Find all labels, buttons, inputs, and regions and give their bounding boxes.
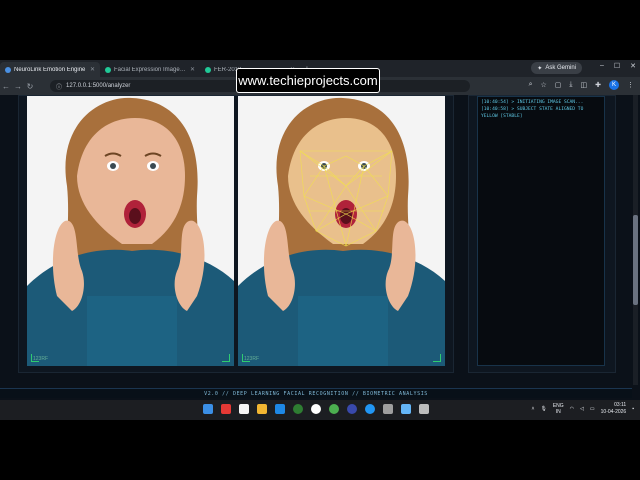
page-footer: V2.0 // DEEP LEARNING FACIAL RECOGNITION…	[0, 388, 632, 398]
lang-bottom: IN	[555, 409, 561, 415]
site-info-icon[interactable]: ⓘ	[56, 82, 62, 91]
clock-date: 10-04-2026	[600, 409, 627, 415]
watermark-banner: www.techieprojects.com	[236, 68, 380, 93]
close-window-icon[interactable]: ✕	[630, 62, 636, 70]
scrollbar-thumb[interactable]	[633, 215, 638, 305]
split-view-icon[interactable]: ◫	[581, 81, 588, 89]
app-icon[interactable]	[347, 404, 357, 414]
window-controls: – ☐ ✕	[600, 62, 636, 70]
bookmark-star-icon[interactable]: ☆	[540, 81, 546, 89]
surprised-woman-photo-with-mesh	[238, 96, 445, 366]
tab-favicon-icon	[5, 66, 11, 73]
clock[interactable]: 03:11 10-04-2026	[601, 402, 627, 416]
language-indicator[interactable]: ENG IN	[553, 403, 564, 415]
video-letterbox-top	[0, 0, 640, 60]
forward-icon[interactable]: →	[12, 82, 24, 91]
zoom-icon[interactable]: ⌕	[529, 81, 533, 89]
close-tab-icon[interactable]: ✕	[190, 66, 195, 73]
log-line: [10:40:58] > SUBJECT STATE ALIGNED TO	[481, 107, 584, 112]
image-comparison-panel: 123RF 123RF	[18, 95, 454, 373]
maximize-icon[interactable]: ☐	[614, 62, 620, 70]
file-explorer-icon[interactable]	[257, 404, 267, 414]
battery-icon[interactable]: ▭	[590, 406, 595, 412]
log-line: YELLOW [STABLE]	[481, 114, 523, 119]
original-image: 123RF	[27, 96, 234, 366]
taskbar-apps	[203, 404, 429, 414]
surprised-woman-photo	[27, 96, 234, 366]
video-letterbox-bottom	[0, 420, 640, 480]
ask-gemini-button[interactable]: ✦ Ask Gemini	[531, 62, 582, 74]
app-icon[interactable]	[401, 404, 411, 414]
minimize-icon[interactable]: –	[600, 62, 604, 70]
system-tray: ˄ 🎙 ENG IN ◠ ◁ ▭ 03:11 10-04-2026 ▪	[532, 402, 634, 416]
extensions-icon[interactable]: ▢	[555, 81, 562, 89]
tab-favicon-icon	[105, 66, 111, 73]
notifications-icon[interactable]: ▪	[632, 406, 634, 412]
chrome-icon[interactable]	[329, 404, 339, 414]
tab-title: NeuroLink Emotion Engine	[14, 66, 86, 73]
mic-icon[interactable]: 🎙	[540, 406, 546, 412]
frame-corner-br	[433, 354, 441, 362]
tab-title: Facial Expression Image Data A	[114, 66, 187, 73]
start-menu-icon[interactable]	[203, 404, 213, 414]
app-icon[interactable]	[383, 404, 393, 414]
clock-time: 03:11	[614, 402, 627, 408]
frame-corner-bl	[242, 354, 250, 362]
tab-favicon-icon	[205, 66, 211, 73]
log-line: [10:40:54] > INITIATING IMAGE SCAN...	[481, 100, 584, 105]
tab-facial-expression[interactable]: Facial Expression Image Data A ✕	[100, 62, 200, 77]
edge-icon[interactable]	[365, 404, 375, 414]
app-icon[interactable]	[311, 404, 321, 414]
log-console: [10:40:54] > INITIATING IMAGE SCAN... [1…	[477, 96, 605, 366]
analyzed-image: 123RF	[238, 96, 445, 366]
gemini-label: Ask Gemini	[545, 65, 576, 71]
download-icon[interactable]: ⤓	[569, 81, 572, 89]
app-icon[interactable]	[221, 404, 231, 414]
terminal-icon[interactable]	[419, 404, 429, 414]
address-bar-actions: ⌕ ☆ ▢ ⤓ ◫ ✚ K ⋮	[529, 80, 634, 90]
os-taskbar: ˄ 🎙 ENG IN ◠ ◁ ▭ 03:11 10-04-2026 ▪	[0, 400, 640, 420]
profile-avatar[interactable]: K	[609, 80, 619, 90]
extension-puzzle-icon[interactable]: ✚	[595, 81, 601, 89]
frame-corner-br	[222, 354, 230, 362]
app-icon[interactable]	[293, 404, 303, 414]
analysis-log-panel: [10:40:54] > INITIATING IMAGE SCAN... [1…	[468, 95, 616, 373]
wifi-icon[interactable]: ◠	[570, 406, 574, 412]
menu-kebab-icon[interactable]: ⋮	[627, 81, 634, 89]
url-text: 127.0.0.1:5000/analyzer	[66, 83, 131, 89]
app-icon[interactable]	[239, 404, 249, 414]
vscode-icon[interactable]	[275, 404, 285, 414]
frame-corner-bl	[31, 354, 39, 362]
back-icon[interactable]: ←	[0, 82, 12, 91]
reload-icon[interactable]: ↻	[24, 82, 36, 91]
chevron-up-icon[interactable]: ˄	[532, 406, 535, 412]
page-scrollbar[interactable]	[633, 95, 638, 385]
gemini-icon: ✦	[537, 65, 543, 72]
analyzer-page: 123RF 123RF [10:40:54] > INITIATING IMAG…	[0, 95, 640, 400]
tab-neurolink[interactable]: NeuroLink Emotion Engine ✕	[0, 62, 100, 77]
close-tab-icon[interactable]: ✕	[90, 66, 95, 73]
volume-icon[interactable]: ◁	[580, 406, 584, 412]
